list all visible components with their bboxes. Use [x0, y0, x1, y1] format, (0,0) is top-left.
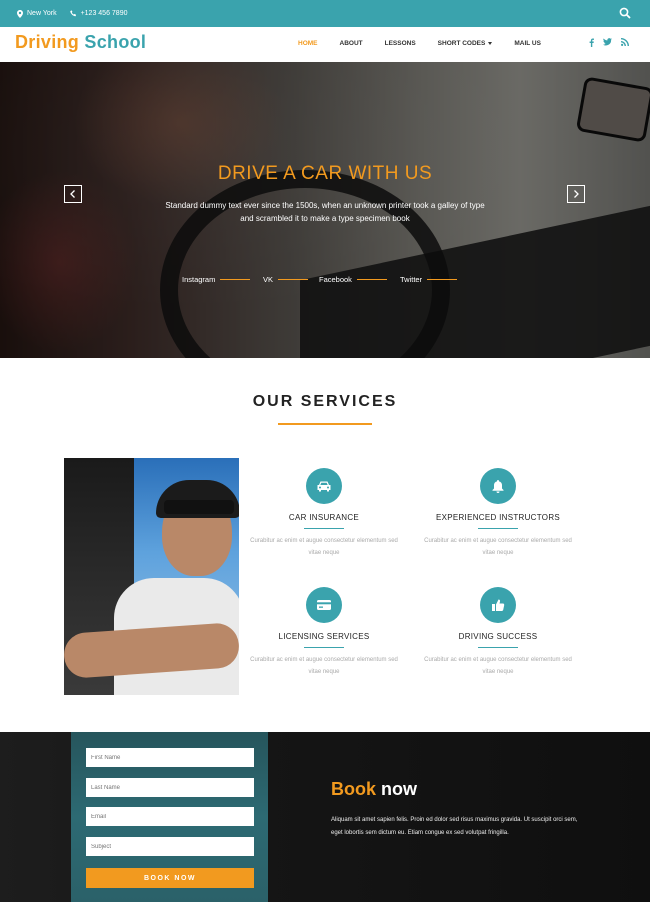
last-name-field[interactable] — [86, 778, 254, 797]
nav-menu: HOME ABOUT LESSONS SHORT CODES MAIL US — [298, 40, 563, 47]
service-text: Curabitur ac enim et augue consectetur e… — [250, 538, 398, 556]
location-text: New York — [27, 10, 57, 17]
subject-field[interactable] — [86, 837, 254, 856]
hero-link-label: Instagram — [182, 275, 216, 284]
chevron-down-icon — [488, 41, 493, 45]
service-title: EXPERIENCED INSTRUCTORS — [435, 513, 561, 522]
top-bar: New York +123 456 7890 — [0, 0, 650, 27]
hero-link-facebook[interactable]: Facebook — [319, 275, 387, 284]
first-name-field[interactable] — [86, 748, 254, 767]
service-text: Curabitur ac enim et augue consectetur e… — [424, 538, 572, 556]
booking-text: Aliquam sit amet sapien felis. Proin ed … — [331, 817, 578, 836]
service-icon-circle — [480, 587, 516, 623]
nav-home[interactable]: HOME — [298, 40, 318, 47]
rss-icon — [621, 38, 629, 46]
slider-prev-button[interactable] — [64, 185, 82, 203]
hero-link-line — [427, 279, 458, 280]
hero-link-vk[interactable]: VK — [263, 275, 309, 284]
hero-link-line — [220, 279, 251, 280]
hero-link-label: VK — [263, 275, 274, 284]
phone-icon — [69, 10, 76, 17]
social-links — [580, 38, 629, 47]
service-divider — [478, 647, 518, 648]
hero-link-line — [356, 279, 387, 280]
book-now-button[interactable]: BOOK NOW — [86, 868, 254, 888]
location-info: New York — [17, 9, 57, 18]
nav-short-codes-label: SHORT CODES — [437, 40, 486, 47]
hero-slider: DRIVE A CAR WITH US Standard dummy text … — [0, 62, 650, 358]
service-icon-circle — [306, 468, 342, 504]
map-pin-icon — [17, 9, 23, 18]
credit-card-icon — [317, 600, 331, 610]
service-divider — [478, 528, 518, 529]
hero-link-twitter[interactable]: Twitter — [400, 275, 458, 284]
booking-section: BOOK NOW Book now Aliquam sit amet sapie… — [0, 732, 650, 902]
service-icon-circle — [306, 587, 342, 623]
twitter-link[interactable] — [603, 38, 612, 47]
nav-mail-us[interactable]: MAIL US — [514, 40, 541, 47]
nav-short-codes[interactable]: SHORT CODES — [438, 40, 493, 47]
service-divider — [304, 647, 344, 648]
services-photo — [64, 458, 239, 695]
thumbs-up-icon — [492, 599, 505, 611]
service-card: EXPERIENCED INSTRUCTORS Curabitur ac eni… — [423, 468, 573, 559]
logo-word-1: Driving — [15, 32, 80, 52]
service-card: CAR INSURANCE Curabitur ac enim et augue… — [249, 468, 399, 559]
services-title-underline — [278, 423, 372, 425]
logo-word-2: School — [84, 32, 147, 52]
service-title: DRIVING SUCCESS — [458, 632, 538, 641]
site-logo[interactable]: Driving School — [15, 32, 146, 53]
hero-link-line — [278, 279, 309, 280]
phone-text: +123 456 7890 — [80, 10, 128, 17]
bell-icon — [492, 480, 504, 493]
service-title: CAR INSURANCE — [288, 513, 360, 522]
main-navbar: Driving School HOME ABOUT LESSONS SHORT … — [0, 27, 650, 62]
email-field[interactable] — [86, 807, 254, 826]
booking-title: Book now — [331, 779, 417, 800]
service-card: DRIVING SUCCESS Curabitur ac enim et aug… — [423, 587, 573, 678]
booking-title-word-1: Book — [331, 779, 376, 799]
booking-title-word-2: now — [381, 779, 418, 799]
hero-link-label: Twitter — [400, 275, 423, 284]
facebook-icon — [589, 38, 594, 47]
search-button[interactable] — [619, 7, 631, 21]
twitter-icon — [603, 38, 612, 46]
slider-next-button[interactable] — [567, 185, 585, 203]
car-icon — [317, 481, 331, 492]
chevron-left-icon — [70, 190, 75, 198]
facebook-link[interactable] — [589, 38, 594, 47]
service-text: Curabitur ac enim et augue consectetur e… — [250, 657, 398, 675]
phone-info: +123 456 7890 — [69, 10, 128, 17]
hero-link-instagram[interactable]: Instagram — [182, 275, 251, 284]
hero-title: DRIVE A CAR WITH US — [217, 163, 433, 184]
chevron-right-icon — [574, 190, 579, 198]
search-icon — [619, 7, 631, 19]
nav-lessons[interactable]: LESSONS — [385, 40, 416, 47]
service-title: LICENSING SERVICES — [278, 632, 370, 641]
service-card: LICENSING SERVICES Curabitur ac enim et … — [249, 587, 399, 678]
hero-link-label: Facebook — [319, 275, 352, 284]
hero-text: Standard dummy text ever since the 1500s… — [165, 201, 485, 223]
photo-sunglasses — [164, 500, 234, 514]
service-text: Curabitur ac enim et augue consectetur e… — [424, 657, 572, 675]
service-icon-circle — [480, 468, 516, 504]
services-title: OUR SERVICES — [252, 393, 398, 410]
service-divider — [304, 528, 344, 529]
nav-about[interactable]: ABOUT — [340, 40, 363, 47]
rss-link[interactable] — [621, 38, 629, 47]
